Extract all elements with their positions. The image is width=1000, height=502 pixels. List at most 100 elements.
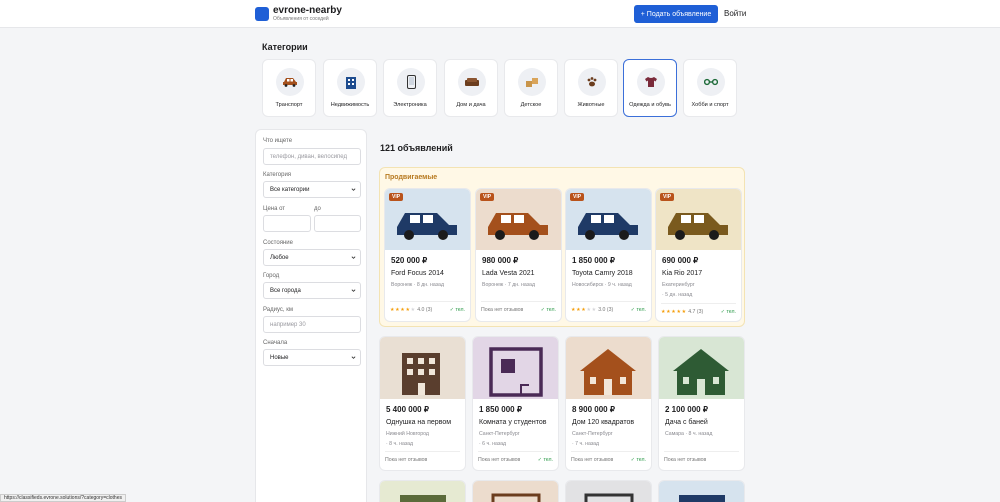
condition-select[interactable]: Любое xyxy=(263,249,361,266)
no-reviews-text: Пока нет отзывов xyxy=(664,457,707,463)
rating-value: 3.0 xyxy=(598,307,606,313)
category-label: Животные xyxy=(577,102,605,108)
price-to-label: до xyxy=(314,206,321,212)
chevron-down-icon xyxy=(351,188,356,191)
category-hobby[interactable]: Хобби и спорт xyxy=(683,59,737,117)
login-link[interactable]: Войти xyxy=(724,9,746,18)
listing-meta-time: · 8 ч. назад xyxy=(386,441,414,447)
rating-stars: ★★★★★ xyxy=(661,309,687,315)
category-label: Хобби и спорт xyxy=(691,102,729,108)
city-select-value: Все города xyxy=(270,287,301,294)
listing-title[interactable]: Kia Rio 2017 xyxy=(662,270,702,277)
review-count: (3) xyxy=(696,309,704,315)
radius-label: Радиус, км xyxy=(263,307,294,313)
price-from-label: Цена от xyxy=(263,206,286,212)
listing-meta: Санкт-Петербург xyxy=(479,431,520,437)
promoted-card[interactable]: VIP 980 000 ₽ Lada Vesta 2021 Воронеж · … xyxy=(475,188,562,322)
listing-meta: Санкт-Петербург xyxy=(572,431,613,437)
condition-select-value: Любое xyxy=(270,254,289,261)
card-footer: Пока нет отзывов ✓ тел. xyxy=(481,307,556,313)
listing-title[interactable]: Однушка на первом xyxy=(386,419,451,426)
promoted-title: Продвигаемые xyxy=(385,174,438,181)
category-clothes[interactable]: Одежда и обувь xyxy=(623,59,677,117)
tshirt-icon xyxy=(637,68,665,96)
logo-icon[interactable] xyxy=(255,7,269,21)
chevron-down-icon xyxy=(351,356,356,359)
listing-price: 520 000 ₽ xyxy=(391,256,428,265)
phone-verified: ✓ тел. xyxy=(449,307,465,313)
rating-stars: ★★★★★ xyxy=(571,307,597,313)
listing-meta: Екатеринбург xyxy=(662,282,695,288)
card-divider xyxy=(481,301,556,302)
site-name[interactable]: evrone-nearby xyxy=(273,5,342,16)
chevron-down-icon xyxy=(351,289,356,292)
rating-value: 4.7 xyxy=(688,309,696,315)
building-icon xyxy=(337,68,365,96)
listing-image xyxy=(380,337,465,399)
listing-title[interactable]: Toyota Camry 2018 xyxy=(572,270,633,277)
category-kids[interactable]: Детское xyxy=(504,59,558,117)
listing-meta: Воронеж · 7 дн. назад xyxy=(482,282,535,288)
rating-value: 4.0 xyxy=(417,307,425,313)
listing-card[interactable] xyxy=(565,480,652,502)
card-divider xyxy=(385,451,460,452)
price-from-input[interactable] xyxy=(263,215,311,232)
listing-card[interactable] xyxy=(379,480,466,502)
listing-image xyxy=(566,481,651,502)
promoted-card[interactable]: VIP 690 000 ₽ Kia Rio 2017 Екатеринбург … xyxy=(655,188,742,322)
listing-card[interactable] xyxy=(658,480,745,502)
listing-title[interactable]: Дача с баней xyxy=(665,419,708,426)
card-footer: ★★★★★ 3.0 (3) ✓ тел. xyxy=(571,307,646,313)
card-footer: Пока нет отзывов ✓ тел. xyxy=(571,457,646,463)
no-reviews-text: Пока нет отзывов xyxy=(571,457,614,463)
promoted-card[interactable]: VIP 1 850 000 ₽ Toyota Camry 2018 Новоси… xyxy=(565,188,652,322)
search-input[interactable]: телефон, диван, велосипед xyxy=(263,148,361,165)
city-select[interactable]: Все города xyxy=(263,282,361,299)
category-transport[interactable]: Транспорт xyxy=(262,59,316,117)
site-tagline: Объявления от соседей xyxy=(273,16,329,22)
top-header: evrone-nearby Объявления от соседей + По… xyxy=(0,0,1000,28)
listing-price: 1 850 000 ₽ xyxy=(572,256,615,265)
vip-badge: VIP xyxy=(480,193,495,201)
filters-panel: Что ищете телефон, диван, велосипед Кате… xyxy=(255,129,367,502)
card-footer: Пока нет отзывов xyxy=(385,457,460,463)
promoted-card[interactable]: VIP 520 000 ₽ Ford Focus 2014 Воронеж · … xyxy=(384,188,471,322)
sofa-icon xyxy=(458,68,486,96)
no-reviews-text: Пока нет отзывов xyxy=(478,457,521,463)
listing-price: 980 000 ₽ xyxy=(482,256,519,265)
paw-icon xyxy=(578,68,606,96)
listing-title[interactable]: Lada Vesta 2021 xyxy=(482,270,535,277)
listing-card[interactable]: 1 850 000 ₽ Комната у студентов Санкт-Пе… xyxy=(472,336,559,471)
listing-card[interactable] xyxy=(472,480,559,502)
listing-title[interactable]: Ford Focus 2014 xyxy=(391,270,444,277)
listing-image xyxy=(380,481,465,502)
price-to-input[interactable] xyxy=(314,215,361,232)
card-footer: Пока нет отзывов xyxy=(664,457,739,463)
listing-image xyxy=(659,481,744,502)
listing-card[interactable]: 2 100 000 ₽ Дача с баней Самара · 8 ч. н… xyxy=(658,336,745,471)
category-realty[interactable]: Недвижимость xyxy=(323,59,377,117)
listing-image xyxy=(659,337,744,399)
category-select[interactable]: Все категории xyxy=(263,181,361,198)
phone-verified: ✓ тел. xyxy=(540,307,556,313)
card-divider xyxy=(661,303,736,304)
listing-card[interactable]: 8 900 000 ₽ Дом 120 квадратов Санкт-Пете… xyxy=(565,336,652,471)
vip-badge: VIP xyxy=(660,193,675,201)
radius-input[interactable]: например 30 xyxy=(263,316,361,333)
listing-meta: Новосибирск · 9 ч. назад xyxy=(572,282,632,288)
card-divider xyxy=(664,451,739,452)
post-listing-button[interactable]: + Подать объявление xyxy=(634,5,718,23)
vip-badge: VIP xyxy=(570,193,585,201)
listing-card[interactable]: 5 400 000 ₽ Однушка на первом Нижний Нов… xyxy=(379,336,466,471)
sort-select[interactable]: Новые xyxy=(263,349,361,366)
listing-title[interactable]: Комната у студентов xyxy=(479,419,546,426)
dumbbell-icon xyxy=(697,68,725,96)
category-home[interactable]: Дом и дача xyxy=(444,59,498,117)
category-animals[interactable]: Животные xyxy=(564,59,618,117)
category-label: Детское xyxy=(520,102,542,108)
category-electronics[interactable]: Электроника xyxy=(383,59,437,117)
listing-price: 8 900 000 ₽ xyxy=(572,405,615,414)
listing-price: 2 100 000 ₽ xyxy=(665,405,708,414)
car-icon xyxy=(276,68,304,96)
listing-title[interactable]: Дом 120 квадратов xyxy=(572,419,634,426)
